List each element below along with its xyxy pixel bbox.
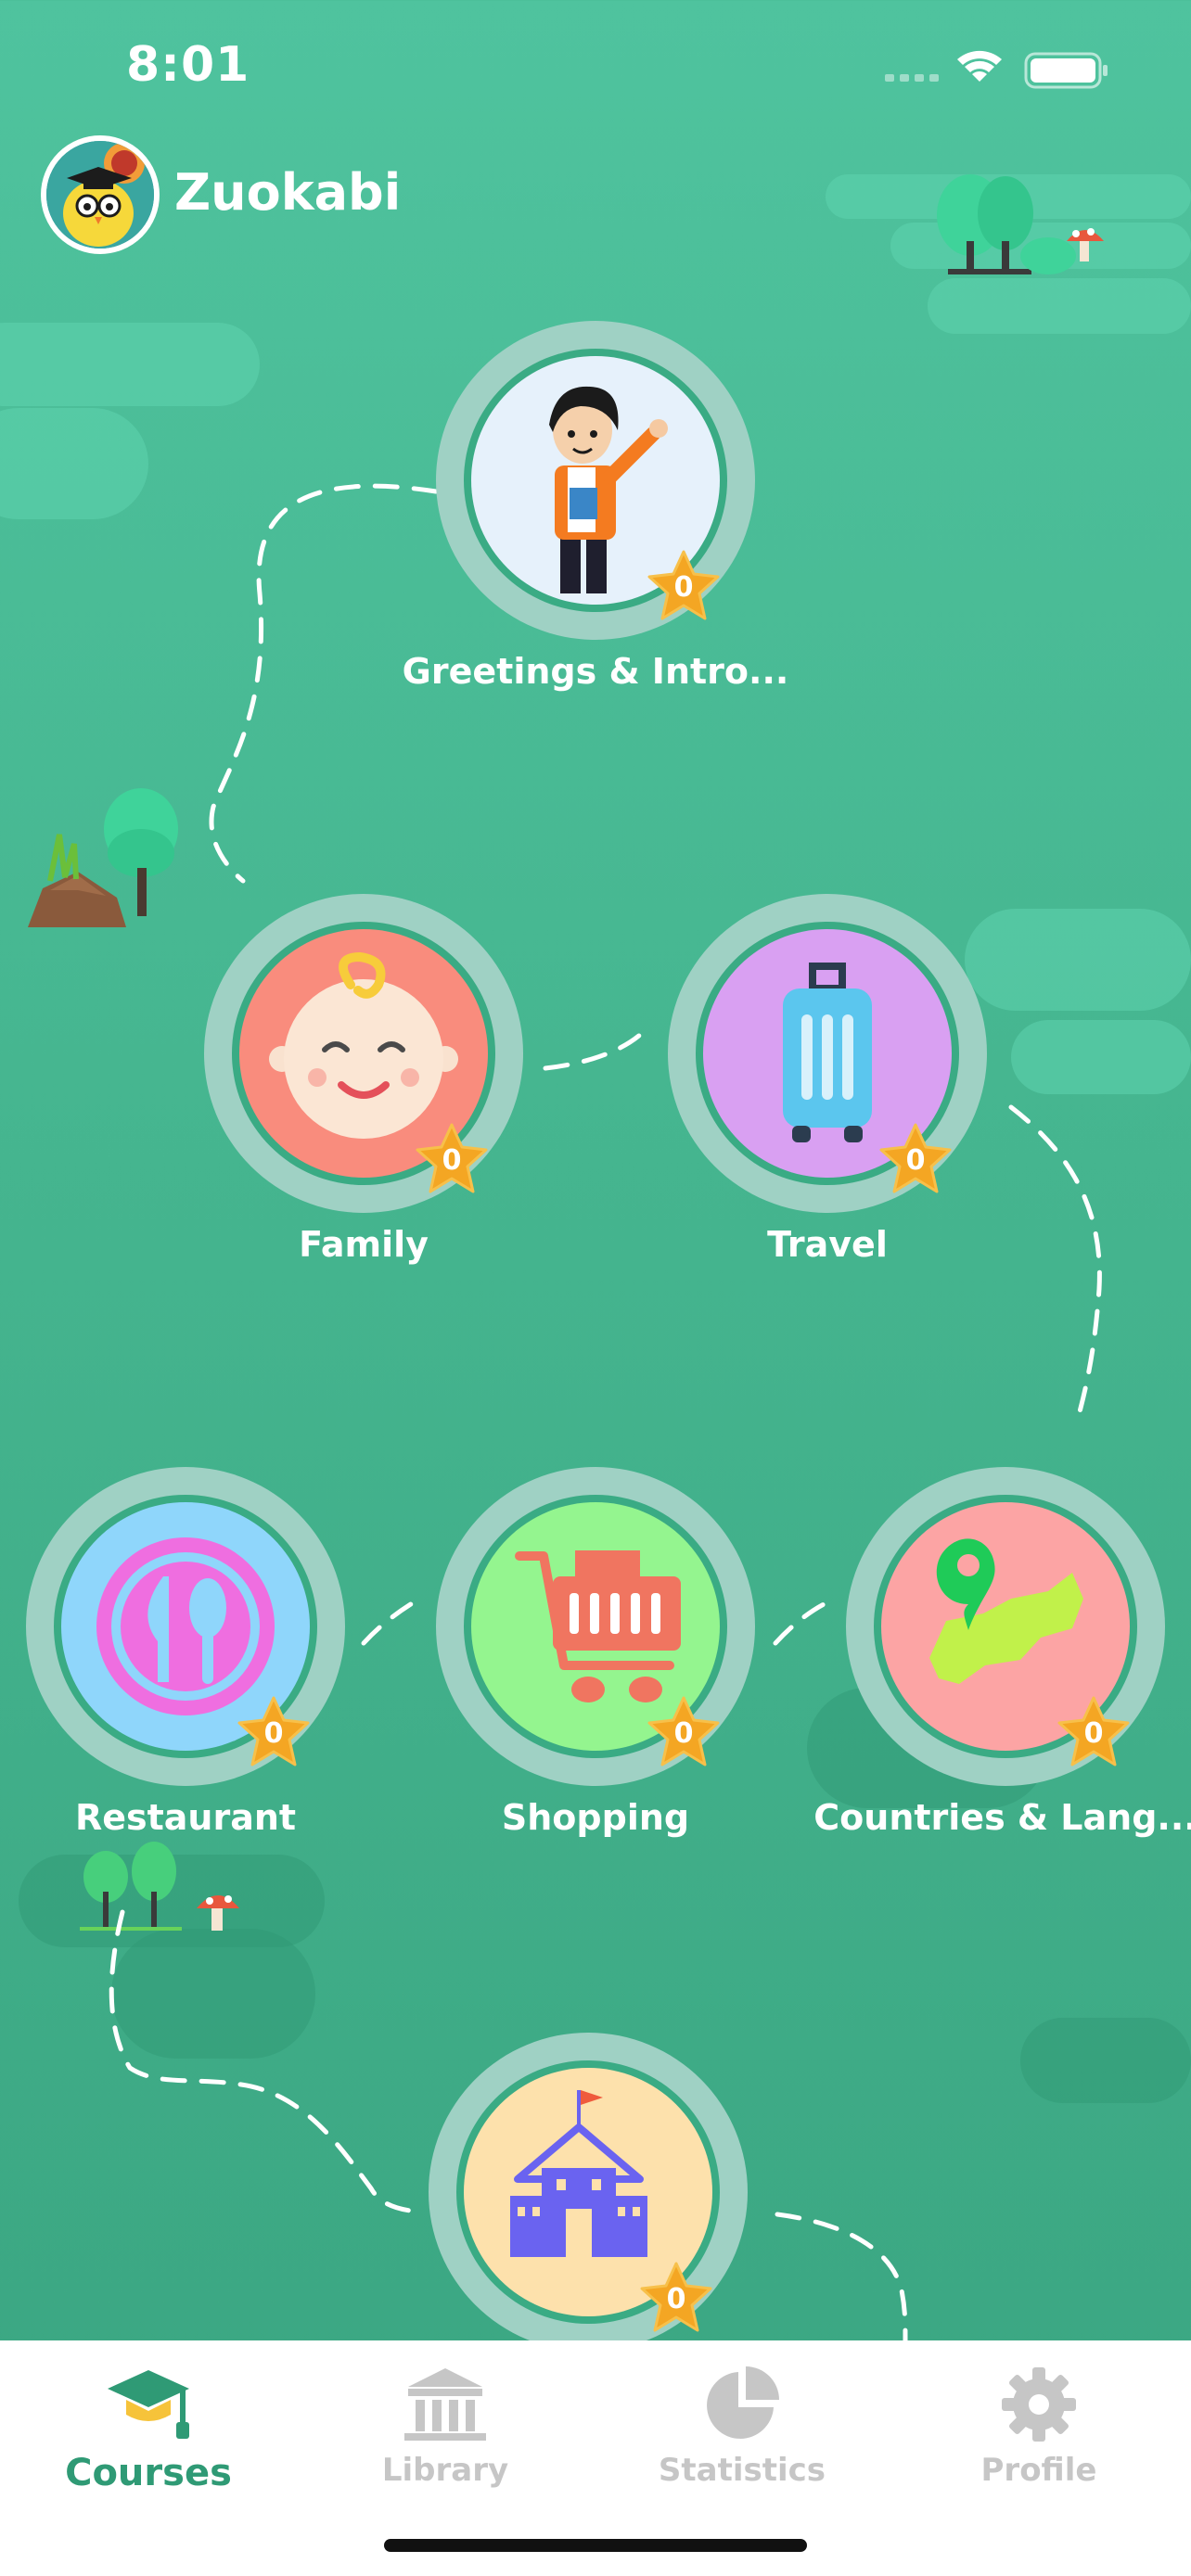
- home-indicator: [384, 2539, 807, 2552]
- tab-label: Statistics: [658, 2452, 826, 2489]
- battery-icon: [1024, 52, 1108, 89]
- tab-label: Courses: [65, 2452, 232, 2494]
- avatar[interactable]: [41, 135, 160, 254]
- username[interactable]: Zuokabi: [174, 163, 401, 222]
- status-time: 8:01: [126, 37, 250, 93]
- tab-label: Library: [381, 2452, 509, 2489]
- gear-icon: [1002, 2367, 1076, 2442]
- tab-statistics[interactable]: Statistics: [594, 2363, 890, 2502]
- star-count: 0: [673, 571, 694, 604]
- course-title: Family: [299, 1224, 429, 1265]
- signal-icon: [885, 74, 939, 82]
- library-icon: [404, 2368, 486, 2441]
- star-badge: 0: [646, 549, 722, 625]
- wifi-icon: [957, 50, 1002, 82]
- tab-profile[interactable]: Profile: [890, 2363, 1187, 2502]
- course-title: Shopping: [501, 1797, 690, 1838]
- course-title: Countries & Lang...: [813, 1797, 1191, 1838]
- status-icons: [885, 50, 1108, 89]
- tab-courses[interactable]: Courses: [0, 2363, 297, 2502]
- star-badge: 0: [414, 1122, 490, 1198]
- star-count: 0: [666, 2283, 686, 2315]
- star-badge: 0: [646, 1695, 722, 1771]
- star-badge: 0: [1056, 1695, 1132, 1771]
- tab-label: Profile: [980, 2452, 1097, 2489]
- graduation-cap-icon: [108, 2370, 189, 2439]
- owl-avatar-icon: [46, 141, 154, 249]
- star-badge: 0: [638, 2261, 714, 2337]
- star-count: 0: [442, 1144, 462, 1177]
- star-badge: 0: [236, 1695, 312, 1771]
- course-title: Travel: [767, 1224, 888, 1265]
- star-badge: 0: [877, 1122, 954, 1198]
- course-title: Restaurant: [74, 1797, 297, 1838]
- star-count: 0: [905, 1144, 926, 1177]
- star-count: 0: [263, 1717, 284, 1750]
- tab-library[interactable]: Library: [297, 2363, 594, 2502]
- star-count: 0: [673, 1717, 694, 1750]
- pie-chart-icon: [707, 2366, 779, 2439]
- course-title: Greetings & Intro...: [402, 651, 789, 692]
- star-count: 0: [1083, 1717, 1104, 1750]
